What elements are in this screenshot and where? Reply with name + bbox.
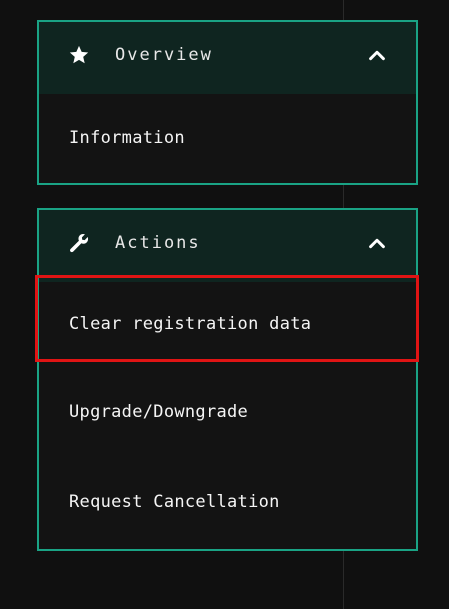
chevron-up-icon[interactable] <box>366 44 388 66</box>
menu-item-information[interactable]: Information <box>69 128 185 148</box>
chevron-up-icon[interactable] <box>366 232 388 254</box>
menu-item-clear-registration-data[interactable]: Clear registration data <box>69 314 311 334</box>
menu-item-upgrade-downgrade[interactable]: Upgrade/Downgrade <box>69 402 248 422</box>
menu-item-request-cancellation[interactable]: Request Cancellation <box>69 492 280 512</box>
overview-panel: Overview Information <box>37 20 418 185</box>
star-icon <box>69 45 89 64</box>
overview-title: Overview <box>115 45 213 65</box>
actions-header[interactable]: Actions <box>39 210 416 282</box>
actions-title: Actions <box>115 233 201 253</box>
actions-panel: Actions Clear registration data Upgrade/… <box>37 208 418 551</box>
wrench-icon <box>70 233 89 253</box>
overview-header[interactable]: Overview <box>39 22 416 94</box>
